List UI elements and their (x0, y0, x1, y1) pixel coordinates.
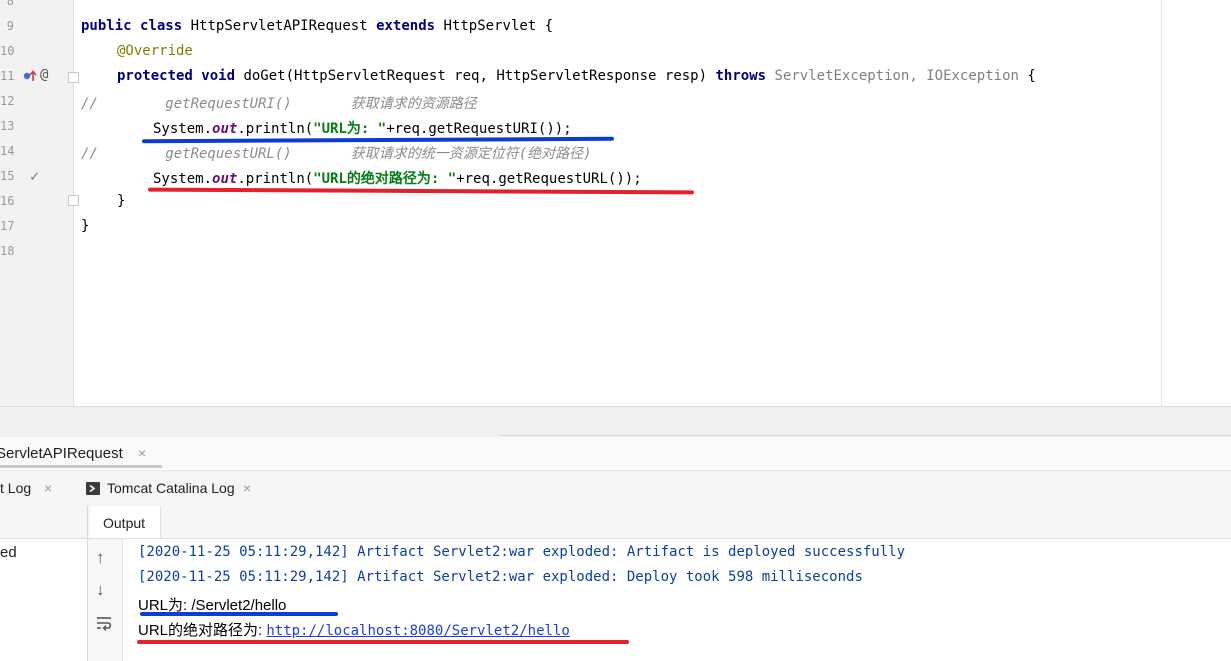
fold-marker-icon[interactable] (68, 195, 79, 206)
line-number: 17 (0, 219, 15, 233)
output-url-link[interactable]: http://localhost:8080/Servlet2/hello (266, 623, 569, 639)
server-status-item[interactable]: ed (0, 544, 17, 561)
code-line-15: System.out.println("URL的绝对路径为: "+req.get… (153, 171, 642, 187)
output-header (88, 506, 1231, 539)
line-number: 16 (0, 194, 15, 208)
run-config-tab-label: ServletAPIRequest (0, 445, 123, 462)
line-number: 18 (0, 244, 15, 258)
code-line-12-comment: // getRequestURI() 获取请求的资源路径 (81, 96, 477, 112)
run-config-tab[interactable]: ServletAPIRequest (0, 437, 123, 467)
annotation-at-icon[interactable]: @ (40, 67, 48, 83)
right-margin-guide (1161, 0, 1162, 406)
line-number: 10 (0, 44, 15, 58)
scroll-up-icon[interactable]: ↑ (96, 548, 105, 568)
output-line: URL的绝对路径为: http://localhost:8080/Servlet… (138, 622, 570, 639)
console-icon (86, 482, 100, 495)
code-line-13: System.out.println("URL为: "+req.getReque… (153, 121, 572, 137)
code-line-9: public class HttpServletAPIRequest exten… (81, 18, 554, 34)
tab-server-log[interactable]: t Log (0, 480, 31, 496)
close-icon[interactable]: × (44, 480, 52, 496)
run-tool-window-tabbar (0, 437, 1231, 469)
line-number: 9 (6, 19, 14, 33)
code-line-10: @Override (117, 43, 193, 59)
code-line-14-comment: // getRequestURL() 获取请求的统一资源定位符(绝对路径) (81, 146, 592, 162)
code-line-11: protected void doGet(HttpServletRequest … (117, 68, 1036, 84)
blue-underline-annotation (140, 612, 338, 616)
output-line: [2020-11-25 05:11:29,142] Artifact Servl… (138, 569, 863, 585)
override-up-icon[interactable] (22, 69, 38, 83)
line-number: 15 (0, 169, 15, 183)
code-line-17: } (81, 218, 90, 234)
scroll-down-icon[interactable]: ↓ (96, 580, 105, 600)
code-line-16: } (117, 193, 126, 209)
tab-output-label: Output (103, 515, 146, 531)
close-icon[interactable]: × (138, 445, 146, 461)
close-icon[interactable]: × (243, 480, 251, 496)
output-line: [2020-11-25 05:11:29,142] Artifact Servl… (138, 544, 906, 560)
line-number: 8 (6, 0, 14, 8)
red-underline-annotation (137, 640, 629, 644)
soft-wrap-icon[interactable] (96, 615, 114, 631)
splitter-divider (500, 435, 1231, 436)
line-number: 13 (0, 119, 15, 133)
tab-tomcat-catalina-log[interactable]: Tomcat Catalina Log (107, 480, 235, 496)
checkmark-icon: ✓ (30, 167, 40, 185)
active-tab-indicator (0, 465, 162, 468)
console-toolbar (88, 539, 123, 661)
line-number: 11 (0, 69, 15, 83)
code-editor[interactable] (0, 0, 1231, 406)
server-pane-header (0, 506, 87, 539)
fold-marker-icon[interactable] (68, 72, 79, 83)
line-number: 14 (0, 144, 15, 158)
panel-splitter[interactable] (0, 406, 1231, 437)
line-number: 12 (0, 94, 15, 108)
